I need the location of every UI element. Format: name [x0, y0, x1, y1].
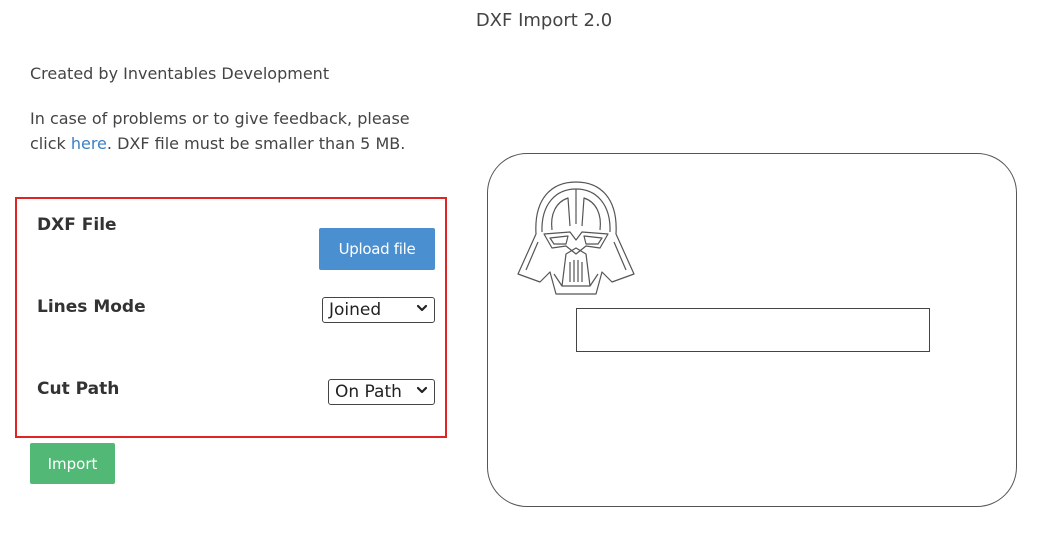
feedback-text: In case of problems or to give feedback,…	[30, 106, 420, 156]
upload-file-button[interactable]: Upload file	[319, 228, 435, 270]
dxf-file-label: DXF File	[37, 215, 117, 235]
created-by-text: Created by Inventables Development	[30, 64, 330, 83]
import-button[interactable]: Import	[30, 443, 115, 484]
chevron-down-icon	[416, 386, 428, 394]
dxf-preview-canvas	[487, 153, 1017, 507]
cut-path-label: Cut Path	[37, 379, 120, 399]
lines-mode-row: Lines Mode Joined	[37, 297, 435, 339]
cut-path-row: Cut Path On Path	[37, 379, 435, 421]
dxf-file-row: DXF File Upload file	[37, 215, 435, 270]
feedback-link[interactable]: here	[71, 134, 107, 153]
dxf-import-page: DXF Import 2.0 Created by Inventables De…	[0, 0, 1054, 540]
page-title: DXF Import 2.0	[475, 10, 613, 31]
preview-bar-shape	[576, 308, 930, 352]
lines-mode-value: Joined	[329, 300, 382, 320]
darth-vader-helmet-icon	[517, 181, 635, 295]
chevron-down-icon	[416, 304, 428, 312]
cut-path-select[interactable]: On Path	[328, 379, 435, 405]
import-options-panel: DXF File Upload file Lines Mode Joined C…	[15, 197, 447, 438]
cut-path-value: On Path	[335, 382, 402, 402]
lines-mode-label: Lines Mode	[37, 297, 146, 317]
lines-mode-select[interactable]: Joined	[322, 297, 435, 323]
feedback-text-after: . DXF file must be smaller than 5 MB.	[106, 134, 406, 153]
